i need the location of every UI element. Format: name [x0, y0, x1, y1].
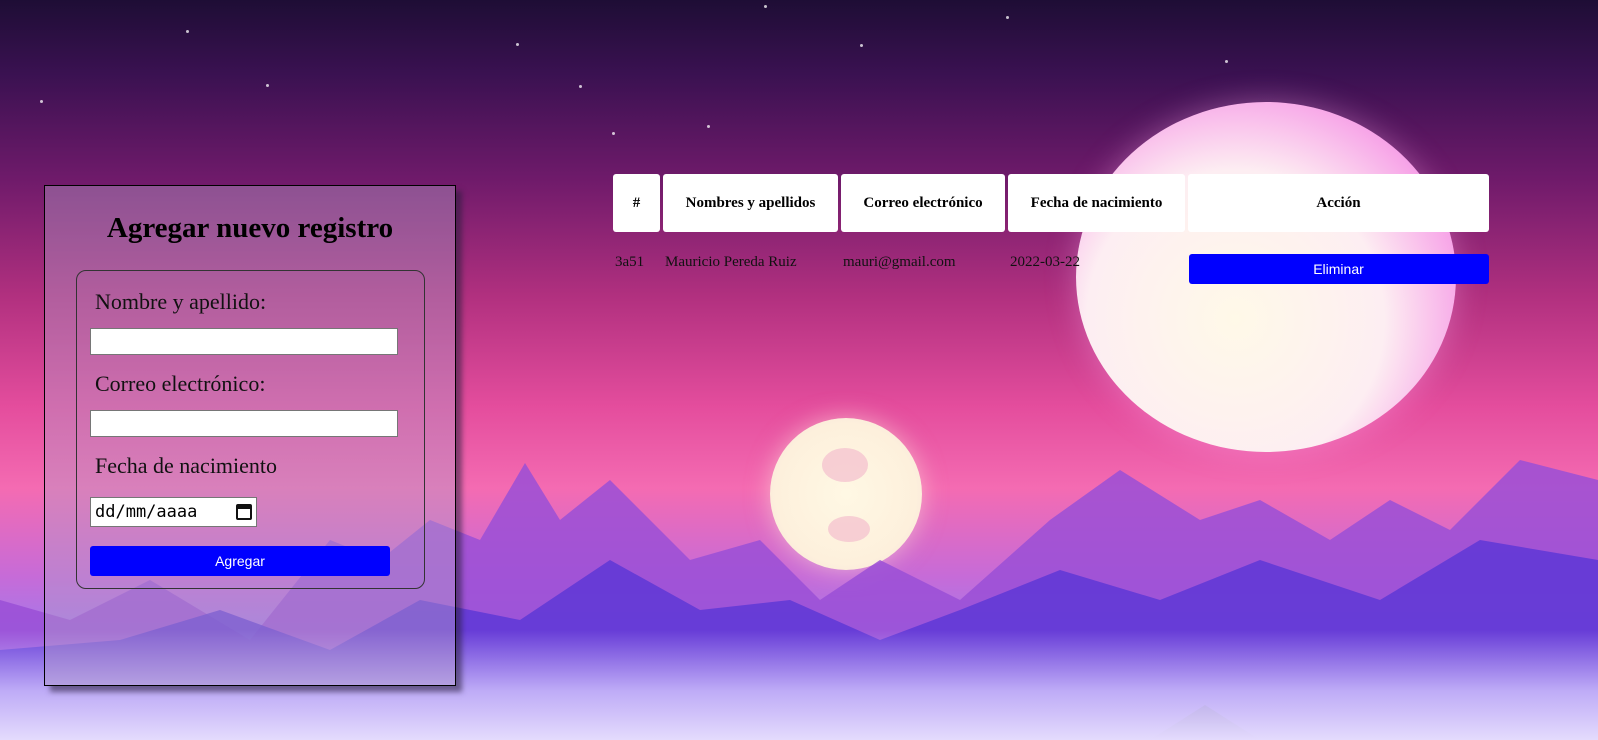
add-record-panel: Agregar nuevo registro Nombre y apellido…: [44, 185, 456, 686]
column-header-email: Correo electrónico: [841, 174, 1005, 232]
record-form: Nombre y apellido: Correo electrónico: F…: [76, 270, 425, 589]
delete-button[interactable]: Eliminar: [1188, 254, 1489, 284]
birth-date-input[interactable]: dd/mm/aaaa: [90, 497, 257, 527]
email-label: Correo electrónico:: [95, 371, 266, 396]
column-header-action: Acción: [1188, 174, 1489, 232]
column-header-id: #: [613, 174, 660, 232]
add-button[interactable]: Agregar: [90, 546, 390, 576]
calendar-icon[interactable]: [236, 504, 252, 520]
table-header-row: # Nombres y apellidos Correo electrónico…: [613, 174, 1489, 232]
email-input[interactable]: [90, 410, 398, 437]
name-input[interactable]: [90, 328, 398, 355]
birth-date-label: Fecha de nacimiento: [95, 453, 278, 478]
cell-id: 3a51: [615, 254, 645, 270]
name-label: Nombre y apellido:: [95, 289, 267, 314]
form-title: Agregar nuevo registro: [106, 212, 394, 244]
table-row: 3a51 Mauricio Pereda Ruiz mauri@gmail.co…: [613, 232, 1489, 284]
cell-email: mauri@gmail.com: [843, 254, 956, 270]
cell-action: Eliminar: [1188, 232, 1489, 284]
column-header-birth-date: Fecha de nacimiento: [1008, 174, 1185, 232]
date-placeholder: dd/mm/aaaa: [95, 502, 198, 522]
records-table: # Nombres y apellidos Correo electrónico…: [610, 174, 1492, 284]
cell-name: Mauricio Pereda Ruiz: [665, 254, 797, 270]
column-header-name: Nombres y apellidos: [663, 174, 838, 232]
cell-birth-date: 2022-03-22: [1010, 254, 1080, 270]
